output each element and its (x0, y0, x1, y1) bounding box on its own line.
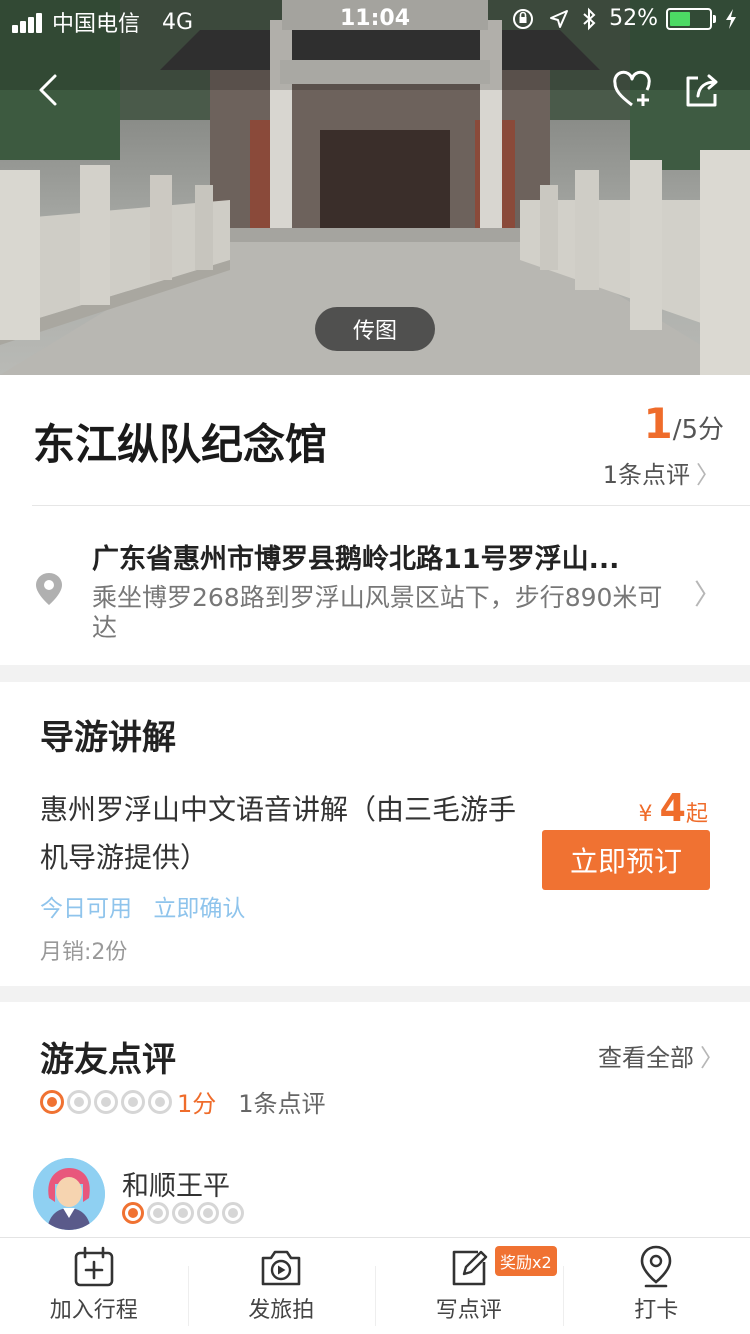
location-pin-icon (36, 573, 62, 605)
back-icon (39, 74, 57, 106)
upload-photo-button[interactable]: 传图 (315, 307, 435, 351)
address-text: 广东省惠州市博罗县鹅岭北路11号罗浮山... (92, 544, 620, 575)
rating-coin-empty-icon (94, 1089, 118, 1114)
rating-coin-empty-icon (172, 1202, 194, 1224)
share-button[interactable] (674, 62, 730, 118)
check-in-button[interactable]: 打卡 (562, 1238, 750, 1334)
page-title: 东江纵队纪念馆 (33, 420, 328, 469)
bluetooth-icon (583, 7, 596, 30)
post-travel-photo-button[interactable]: 发旅拍 (187, 1238, 376, 1334)
transit-directions: 乘坐博罗268路到罗浮山风景区站下，步行890米可达 (92, 583, 663, 642)
tab-label: 加入行程 (49, 1298, 138, 1323)
monthly-sales: 月销:2份 (40, 940, 128, 965)
rating-coin-empty-icon (147, 1202, 169, 1224)
rating-review-count: 1条点评 (238, 1090, 326, 1118)
hero-photo[interactable]: 中国电信 4G 11:04 52% 传图 (0, 0, 750, 375)
book-now-button[interactable]: 立即预订 (542, 830, 710, 890)
rating-coin-empty-icon (121, 1089, 145, 1114)
write-review-button[interactable]: 奖励x2 写点评 (375, 1238, 563, 1334)
see-all-label: 查看全部 (598, 1044, 694, 1072)
review-count-link[interactable]: 1条点评〉 (603, 455, 720, 490)
section-title-guide: 导游讲解 (40, 718, 176, 758)
tab-label: 写点评 (435, 1298, 502, 1323)
rating-coin-empty-icon (197, 1202, 219, 1224)
audio-guide-card: 导游讲解 惠州罗浮山中文语音讲解（由三毛游手机导游提供） 今日可用 立即确认 月… (0, 682, 750, 986)
battery-percent: 52% (609, 6, 658, 31)
poi-summary-card: 东江纵队纪念馆 1/5分 1条点评〉 广东省惠州市博罗县鹅岭北路11号罗浮山..… (0, 375, 750, 665)
price-suffix: 起 (685, 802, 708, 827)
section-title-reviews: 游友点评 (40, 1040, 176, 1080)
battery-icon (666, 7, 716, 30)
add-to-itinerary-button[interactable]: 加入行程 (0, 1238, 188, 1334)
reviews-card: 游友点评 查看全部〉 1分 1条点评 和顺王平 (0, 1002, 750, 1242)
guide-tags: 今日可用 立即确认 (40, 889, 259, 923)
overall-rating: 1分 1条点评 (40, 1084, 326, 1119)
rating-coin-filled-icon (122, 1202, 144, 1224)
avatar[interactable] (33, 1158, 105, 1230)
reward-badge: 奖励x2 (495, 1246, 557, 1276)
back-button[interactable] (20, 62, 76, 118)
user-avatar-icon (33, 1158, 105, 1230)
charging-bolt-icon (726, 8, 736, 29)
see-all-reviews-link[interactable]: 查看全部〉 (598, 1038, 724, 1073)
rating-coin-empty-icon (67, 1089, 91, 1114)
rating-coins (40, 1089, 175, 1114)
reviewer-rating (122, 1202, 247, 1224)
rating-coin-empty-icon (222, 1202, 244, 1224)
share-icon (686, 74, 718, 107)
favorite-button[interactable] (605, 62, 661, 118)
currency-symbol: ¥ (638, 802, 653, 827)
calendar-add-icon (74, 1246, 114, 1287)
tab-label: 打卡 (634, 1298, 679, 1323)
edit-review-icon (452, 1250, 487, 1286)
location-pin-icon (640, 1245, 672, 1288)
tag-instant-confirm: 立即确认 (153, 896, 246, 922)
score-suffix: /5分 (672, 415, 724, 445)
status-bar: 中国电信 4G 11:04 52% (0, 0, 750, 40)
tab-label: 发旅拍 (248, 1298, 315, 1323)
price-value: 4 (659, 786, 686, 830)
review-count-label: 1条点评 (602, 461, 690, 489)
chevron-right-icon: 〉 (696, 461, 720, 489)
rating-coin-filled-icon (40, 1089, 64, 1114)
bottom-action-bar: 加入行程 发旅拍 奖励x2 写点评 打卡 (0, 1237, 750, 1334)
battery-level (670, 11, 690, 26)
orientation-lock-icon (513, 8, 534, 29)
chevron-right-icon: 〉 (700, 1044, 724, 1072)
address-row[interactable]: 广东省惠州市博罗县鹅岭北路11号罗浮山... 乘坐博罗268路到罗浮山风景区站下… (0, 505, 750, 665)
chevron-right-icon: 〉 (693, 578, 722, 611)
favorite-add-icon (613, 70, 651, 107)
camera-video-icon (261, 1250, 301, 1286)
score: 1/5分 (643, 399, 724, 448)
guide-product-name[interactable]: 惠州罗浮山中文语音讲解（由三毛游手机导游提供） (40, 786, 520, 882)
rating-text: 1分 (177, 1090, 217, 1118)
score-value: 1 (643, 399, 673, 448)
tag-available-today: 今日可用 (40, 896, 132, 922)
location-arrow-icon (550, 9, 569, 28)
rating-coin-empty-icon (148, 1089, 172, 1114)
reviewer-name[interactable]: 和顺王平 (122, 1164, 230, 1203)
guide-price: ¥ 4起 (639, 786, 708, 830)
